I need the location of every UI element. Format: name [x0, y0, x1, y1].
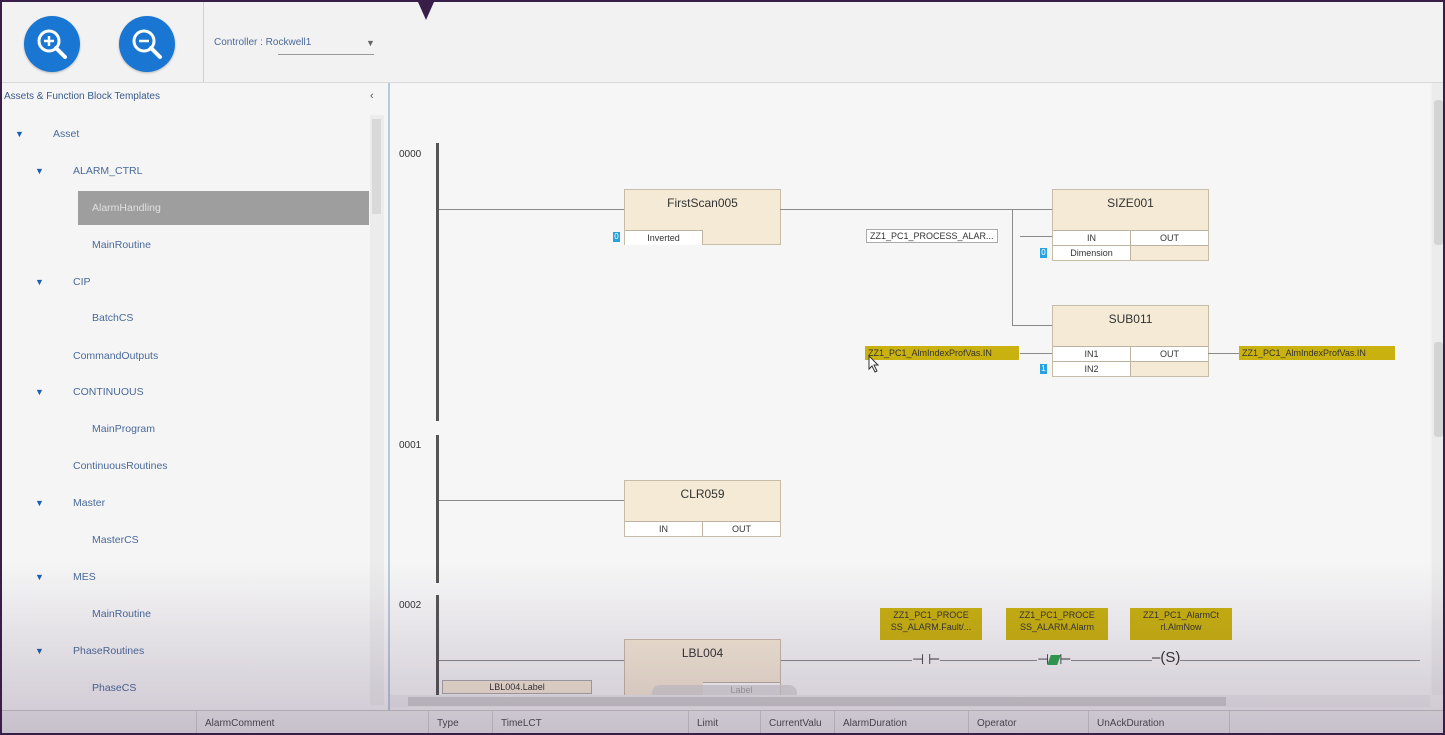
column-unackduration[interactable]: UnAckDuration — [1088, 711, 1230, 733]
block-title: LBL004 — [681, 646, 724, 660]
wire — [1208, 353, 1240, 354]
pin-in2[interactable]: IN2 — [1053, 362, 1131, 376]
pin-out[interactable]: OUT — [1131, 231, 1208, 245]
ladder-diagram-canvas[interactable]: 0000 FirstScan005 Inverted 0 SIZE001 IN … — [390, 83, 1430, 695]
pin-dimension[interactable]: Dimension — [1053, 246, 1131, 260]
wire — [439, 209, 624, 210]
tag-alm-index-out[interactable]: ZZ1_PC1_AlmIndexProfVas.IN — [1239, 346, 1395, 360]
panel-title: Assets & Function Block Templates — [4, 91, 160, 102]
wire — [1020, 236, 1052, 237]
toolbar-separator — [203, 2, 204, 82]
wire — [1012, 209, 1013, 326]
expand-arrow-icon[interactable]: ▼ — [35, 387, 44, 397]
horizontal-scrollbar-thumb[interactable] — [408, 697, 1226, 706]
column-currentvalue[interactable]: CurrentValu — [760, 711, 834, 733]
collapse-panel-icon[interactable]: ‹ — [370, 90, 374, 102]
asset-tree-panel: Assets & Function Block Templates ‹ ▼ As… — [2, 83, 390, 710]
function-block-firstscan[interactable]: FirstScan005 Inverted — [624, 189, 781, 245]
app-window: Controller : Rockwell1 ▼ Assets & Functi… — [0, 0, 1445, 735]
contact-no-icon[interactable]: ⊣ ⊢ — [912, 651, 941, 668]
toolbar: Controller : Rockwell1 ▼ — [2, 2, 1443, 83]
vertical-scrollbar-thumb[interactable] — [1434, 100, 1443, 245]
controller-select[interactable]: Controller : Rockwell1 — [214, 37, 311, 48]
sidebar-scrollbar-thumb[interactable] — [372, 119, 381, 214]
tag-lbl-label[interactable]: LBL004.Label — [442, 680, 592, 694]
tree-item-cip[interactable]: CIP — [73, 276, 91, 288]
coil-set-label: S — [1165, 649, 1176, 666]
column-alarmcomment[interactable]: AlarmComment — [196, 711, 428, 733]
pin-in1[interactable]: IN1 — [1053, 347, 1131, 361]
value-badge: 0 — [1040, 248, 1047, 258]
pin-out[interactable]: OUT — [703, 522, 780, 536]
tree-item-master[interactable]: Master — [73, 497, 105, 509]
coil-set-icon[interactable]: –(S) — [1152, 649, 1181, 666]
expand-arrow-icon[interactable]: ▼ — [35, 277, 44, 287]
mouse-cursor-icon — [868, 355, 880, 373]
pin-inverted[interactable]: Inverted — [625, 230, 703, 245]
pointer-notch — [418, 2, 434, 20]
zoom-in-button[interactable] — [24, 16, 80, 72]
value-badge: 0 — [613, 232, 620, 242]
rung-number: 0002 — [399, 600, 422, 611]
rung-number: 0001 — [399, 440, 422, 451]
column-type[interactable]: Type — [428, 711, 492, 733]
tree-item-continuous[interactable]: CONTINUOUS — [73, 386, 144, 398]
contact-nc-icon[interactable]: ⊣ ⊢ — [1037, 651, 1072, 668]
column-alarmduration[interactable]: AlarmDuration — [834, 711, 968, 733]
pin-in[interactable]: IN — [1053, 231, 1131, 245]
block-title: SIZE001 — [1107, 196, 1154, 210]
tag-coil-almnow[interactable]: ZZ1_PC1_AlarmCt rl.AlmNow — [1130, 608, 1232, 640]
tree-item-batchcs[interactable]: BatchCS — [92, 312, 133, 324]
pin-in[interactable]: IN — [625, 522, 703, 536]
pin-out[interactable]: OUT — [1131, 347, 1208, 361]
tree-item-alarm-ctrl[interactable]: ALARM_CTRL — [73, 165, 142, 177]
zoom-in-icon — [37, 29, 67, 59]
tag-coil-fault[interactable]: ZZ1_PC1_PROCE SS_ALARM.Fault/... — [880, 608, 982, 640]
expand-arrow-icon[interactable]: ▼ — [15, 129, 24, 139]
expand-arrow-icon[interactable]: ▼ — [35, 646, 44, 656]
tag-process-alarm[interactable]: ZZ1_PC1_PROCESS_ALAR... — [866, 229, 998, 243]
power-rail — [436, 595, 439, 695]
tree-item-phaseroutines[interactable]: PhaseRoutines — [73, 645, 144, 657]
wire — [1012, 325, 1052, 326]
expand-arrow-icon[interactable]: ▼ — [35, 498, 44, 508]
function-block-sub[interactable]: SUB011 IN1 OUT IN2 — [1052, 305, 1209, 377]
wire — [439, 660, 624, 661]
function-block-clr[interactable]: CLR059 IN OUT — [624, 480, 781, 537]
block-title: CLR059 — [680, 487, 725, 501]
tag-alm-index-in[interactable]: ZZ1_PC1_AlmIndexProfVas.IN — [865, 346, 1019, 360]
power-rail — [436, 143, 439, 421]
tree-item-mainroutine[interactable]: MainRoutine — [92, 239, 151, 251]
wire — [439, 500, 624, 501]
column-limit[interactable]: Limit — [688, 711, 760, 733]
vertical-scrollbar-thumb-secondary[interactable] — [1434, 342, 1443, 437]
function-block-size[interactable]: SIZE001 IN OUT Dimension — [1052, 189, 1209, 261]
tag-coil-alarm[interactable]: ZZ1_PC1_PROCE SS_ALARM.Alarm — [1006, 608, 1108, 640]
power-rail — [436, 435, 439, 583]
zoom-out-icon — [132, 29, 162, 59]
tree-item-mainprogram[interactable]: MainProgram — [92, 423, 155, 435]
tree-item-asset[interactable]: Asset — [53, 128, 79, 140]
wire — [1020, 353, 1052, 354]
column-timelct[interactable]: TimeLCT — [492, 711, 688, 733]
wire — [780, 660, 1420, 661]
chevron-down-icon[interactable]: ▼ — [366, 38, 375, 48]
tree-item-mes[interactable]: MES — [73, 571, 96, 583]
expand-arrow-icon[interactable]: ▼ — [35, 166, 44, 176]
tree-item-mastercs[interactable]: MasterCS — [92, 534, 139, 546]
alarm-grid-header: AlarmComment Type TimeLCT Limit CurrentV… — [2, 710, 1443, 733]
expand-arrow-icon[interactable]: ▼ — [35, 572, 44, 582]
tree-item-mainroutine-mes[interactable]: MainRoutine — [92, 608, 151, 620]
tree-item-continuousroutines[interactable]: ContinuousRoutines — [73, 460, 168, 472]
tree-item-alarmhandling[interactable]: AlarmHandling — [92, 202, 161, 214]
tree-item-commandoutputs[interactable]: CommandOutputs — [73, 350, 158, 362]
block-title: FirstScan005 — [667, 196, 738, 210]
tree-item-phasecs[interactable]: PhaseCS — [92, 682, 136, 694]
controller-select-underline — [278, 54, 374, 55]
column-operator[interactable]: Operator — [968, 711, 1088, 733]
zoom-out-button[interactable] — [119, 16, 175, 72]
value-badge: 1 — [1040, 364, 1047, 374]
rung-number: 0000 — [399, 149, 422, 160]
block-title: SUB011 — [1108, 312, 1153, 326]
